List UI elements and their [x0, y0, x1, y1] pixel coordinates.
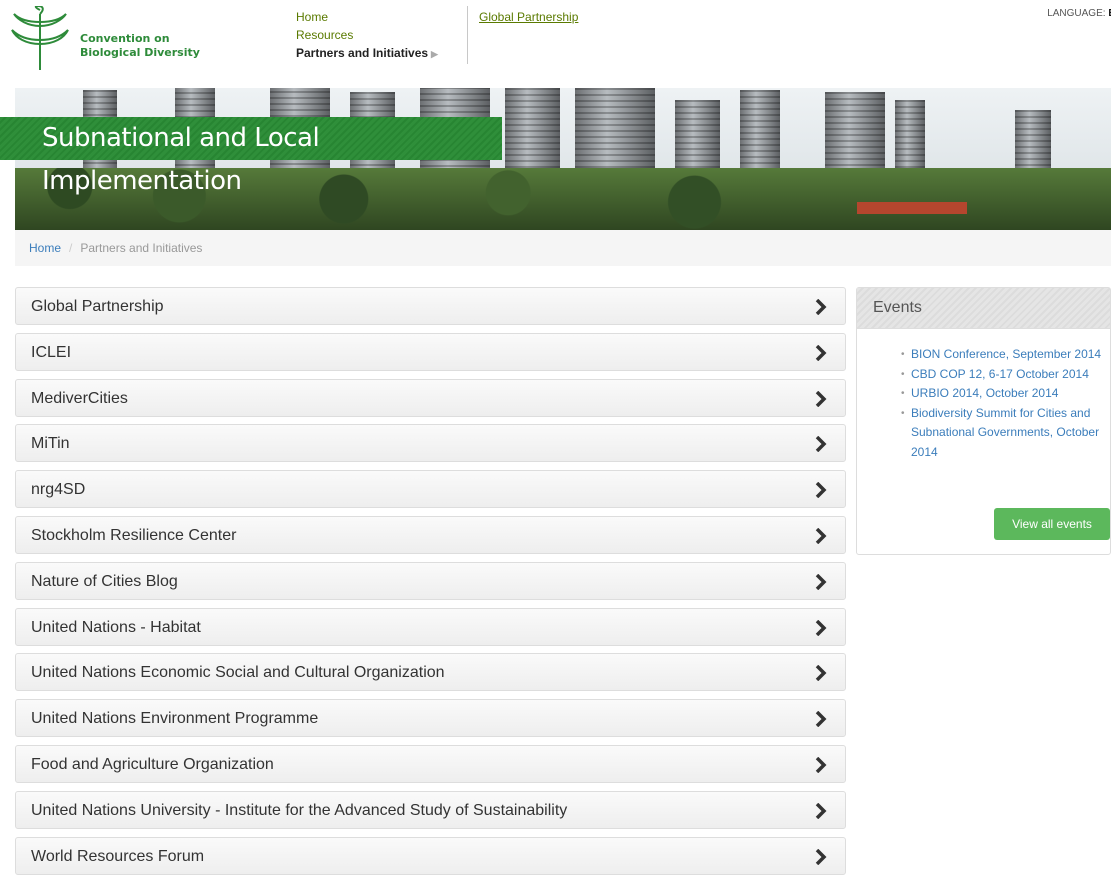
logo-line-1: Convention on — [80, 32, 170, 45]
page-title: Subnational and Local Implementation — [0, 117, 502, 196]
banner-roof — [857, 202, 967, 214]
list-item[interactable]: United Nations Economic Social and Cultu… — [15, 653, 846, 692]
nav-home[interactable]: Home — [296, 8, 438, 26]
breadcrumb-current: Partners and Initiatives — [80, 241, 203, 255]
chevron-right-icon — [815, 711, 827, 728]
partner-list: Global Partnership ICLEI MediverCities M… — [15, 287, 846, 882]
site-header: Convention on Biological Diversity Home … — [0, 0, 1111, 88]
breadcrumb-home[interactable]: Home — [29, 241, 61, 255]
events-title: Events — [857, 288, 1110, 329]
list-item-label: Nature of Cities Blog — [31, 572, 178, 590]
list-item-label: Stockholm Resilience Center — [31, 526, 237, 544]
list-item[interactable]: United Nations University - Institute fo… — [15, 790, 846, 829]
list-item-label: MiTin — [31, 435, 70, 453]
event-link[interactable]: CBD COP 12, 6-17 October 2014 — [901, 365, 1110, 385]
nav-partners-label: Partners and Initiatives — [296, 46, 429, 60]
list-item[interactable]: Global Partnership — [15, 287, 846, 325]
chevron-right-icon — [815, 527, 827, 544]
chevron-right-icon — [815, 619, 827, 636]
chevron-right-icon — [815, 299, 827, 315]
list-item-label: United Nations Economic Social and Cultu… — [31, 664, 445, 682]
list-item-label: United Nations Environment Programme — [31, 710, 319, 728]
caret-right-icon: ▶ — [431, 49, 438, 59]
nav-divider — [467, 6, 468, 64]
list-item-label: Food and Agriculture Organization — [31, 755, 274, 773]
chevron-right-icon — [815, 573, 827, 590]
list-item-label: Global Partnership — [31, 298, 164, 315]
list-item[interactable]: MediverCities — [15, 378, 846, 417]
list-item[interactable]: Food and Agriculture Organization — [15, 744, 846, 783]
site-logo-text[interactable]: Convention on Biological Diversity — [80, 32, 200, 60]
list-item[interactable]: Nature of Cities Blog — [15, 561, 846, 600]
cbd-logo-icon[interactable] — [10, 6, 70, 72]
language-selector[interactable]: LANGUAGE: E — [1047, 8, 1111, 19]
chevron-right-icon — [815, 756, 827, 773]
main-nav: Home Resources Partners and Initiatives ▶ — [296, 8, 438, 63]
list-item[interactable]: United Nations - Habitat — [15, 607, 846, 646]
nav-partners-initiatives[interactable]: Partners and Initiatives ▶ — [296, 44, 438, 63]
list-item-label: MediverCities — [31, 389, 128, 407]
breadcrumb-separator: / — [69, 241, 73, 255]
chevron-right-icon — [815, 665, 827, 682]
list-item[interactable]: MiTin — [15, 424, 846, 463]
view-all-events-button[interactable]: View all events — [994, 508, 1110, 540]
list-item[interactable]: United Nations Environment Programme — [15, 699, 846, 738]
event-link[interactable]: URBIO 2014, October 2014 — [901, 384, 1110, 404]
chevron-right-icon — [815, 802, 827, 819]
list-item[interactable]: Stockholm Resilience Center — [15, 515, 846, 554]
events-panel: Events BION Conference, September 2014 C… — [856, 287, 1111, 555]
subnav-global-partnership[interactable]: Global Partnership — [479, 10, 578, 24]
nav-resources[interactable]: Resources — [296, 26, 438, 44]
list-item[interactable]: ICLEI — [15, 332, 846, 371]
event-link[interactable]: Biodiversity Summit for Cities and Subna… — [901, 404, 1110, 463]
list-item-label: ICLEI — [31, 343, 72, 361]
chevron-right-icon — [815, 344, 827, 361]
logo-line-2: Biological Diversity — [80, 46, 200, 59]
chevron-right-icon — [815, 436, 827, 453]
chevron-right-icon — [815, 848, 827, 865]
language-label: LANGUAGE: — [1047, 8, 1106, 19]
list-item-label: United Nations University - Institute fo… — [31, 801, 568, 819]
events-list: BION Conference, September 2014 CBD COP … — [857, 345, 1110, 462]
list-item[interactable]: World Resources Forum — [15, 836, 846, 875]
breadcrumb: Home / Partners and Initiatives — [15, 230, 1111, 266]
list-item-label: World Resources Forum — [31, 847, 205, 865]
chevron-right-icon — [815, 390, 827, 407]
list-item[interactable]: nrg4SD — [15, 470, 846, 509]
list-item-label: nrg4SD — [31, 481, 86, 499]
event-link[interactable]: BION Conference, September 2014 — [901, 345, 1110, 365]
chevron-right-icon — [815, 482, 827, 499]
list-item-label: United Nations - Habitat — [31, 618, 201, 636]
